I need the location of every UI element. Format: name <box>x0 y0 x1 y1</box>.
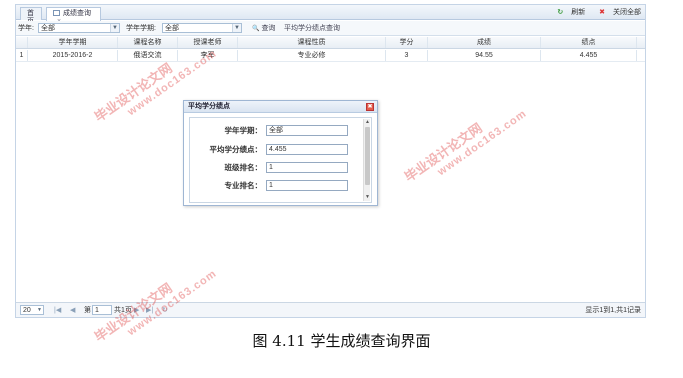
grid-header: 学年学期 课程名称 授课老师 课程性质 学分 成绩 绩点 <box>16 37 645 49</box>
tab-score-query-label: 成绩查询 <box>63 10 91 17</box>
table-cell: 3 <box>386 50 428 61</box>
gpa-query-button[interactable]: 平均学分绩点查询 <box>284 25 340 33</box>
year-label: 学年: <box>18 25 34 32</box>
tab-bar: 首页 成绩查询× ↻ 刷新 ✖ 关闭全部 <box>16 5 645 25</box>
year-select-value: 全部 <box>41 25 55 32</box>
page-icon <box>53 10 60 16</box>
row-number: 1 <box>16 50 28 61</box>
chevron-down-icon: ▼ <box>37 307 42 313</box>
first-page-icon[interactable]: |◀ <box>54 307 61 315</box>
term-select-value: 全部 <box>165 25 179 32</box>
term-select[interactable]: 全部 ▼ <box>162 23 242 33</box>
prev-page-icon[interactable]: ◀ <box>70 307 75 315</box>
column-header[interactable]: 成绩 <box>428 37 541 48</box>
column-header[interactable]: 课程名称 <box>118 37 178 48</box>
page-total: 共1页 <box>114 307 132 314</box>
row-number-header <box>16 37 28 48</box>
dialog-scrollbar[interactable]: ▲ ▼ <box>363 119 370 201</box>
page-number-input[interactable]: 1 <box>92 305 112 315</box>
scroll-down-icon[interactable]: ▼ <box>364 194 371 201</box>
field-label: 平均学分绩点： <box>209 145 263 154</box>
close-all-icon: ✖ <box>599 9 606 16</box>
tab-tools: ↻ 刷新 ✖ 关闭全部 <box>545 8 641 17</box>
scroll-up-icon[interactable]: ▲ <box>364 119 371 126</box>
page-number-value: 1 <box>95 307 99 314</box>
tab-home[interactable]: 首页 <box>20 7 42 25</box>
major-rank-field[interactable]: 1 <box>266 180 348 191</box>
refresh-button[interactable]: ↻ 刷新 <box>551 9 585 16</box>
page-size-select[interactable]: 20 ▼ <box>20 305 44 315</box>
filter-toolbar: 学年: 全部 ▼ 学年学期: 全部 ▼ 🔍 查询 平均学分绩点查询 <box>16 21 645 36</box>
table-cell: 俄语交流 <box>118 50 178 61</box>
dialog-body: 学年学期： 全部 平均学分绩点： 4.455 班级排名： 1 专业排名： 1 ▲… <box>189 117 372 203</box>
column-header[interactable]: 绩点 <box>541 37 637 48</box>
table-cell: 94.55 <box>428 50 541 61</box>
gpa-dialog: 平均学分绩点 ✖ 学年学期： 全部 平均学分绩点： 4.455 班级排名： 1 … <box>183 100 378 206</box>
next-page-icon[interactable]: ▶ <box>134 307 139 315</box>
table-cell: 2015-2016-2 <box>28 50 118 61</box>
gpa-field[interactable]: 4.455 <box>266 144 348 155</box>
table-cell: 4.455 <box>541 50 637 61</box>
column-header[interactable]: 课程性质 <box>238 37 386 48</box>
term-field[interactable]: 全部 <box>266 125 348 136</box>
search-label: 查询 <box>261 25 276 32</box>
chevron-down-icon[interactable]: ▼ <box>110 24 119 32</box>
page-size-value: 20 <box>23 307 31 314</box>
table-row[interactable]: 1 2015-2016-2 俄语交流 李军 专业必修 3 94.55 4.455 <box>16 50 645 62</box>
year-select[interactable]: 全部 ▼ <box>38 23 120 33</box>
search-button[interactable]: 🔍 查询 <box>252 25 275 33</box>
pagination-bar: 20 ▼ |◀ ◀ 第 1 共1页 ▶ ▶| ↻ 显示1到1,共1记录 <box>16 302 645 317</box>
field-label: 班级排名： <box>224 163 263 172</box>
column-header[interactable]: 学分 <box>386 37 428 48</box>
refresh-icon: ↻ <box>557 9 564 16</box>
field-label: 专业排名： <box>224 181 263 190</box>
chevron-down-icon[interactable]: ▼ <box>232 24 241 32</box>
page-prefix: 第 <box>84 307 91 314</box>
close-all-button[interactable]: ✖ 关闭全部 <box>593 9 641 16</box>
search-icon: 🔍 <box>252 26 260 32</box>
column-header[interactable]: 授课老师 <box>178 37 238 48</box>
tab-score-query[interactable]: 成绩查询× <box>46 7 101 25</box>
column-header[interactable]: 学年学期 <box>28 37 118 48</box>
record-summary: 显示1到1,共1记录 <box>585 307 641 314</box>
figure-caption: 图 4.11 学生成绩查询界面 <box>252 332 431 350</box>
table-cell: 专业必修 <box>238 50 386 61</box>
dialog-header: 平均学分绩点 ✖ <box>184 101 377 113</box>
close-all-label: 关闭全部 <box>613 9 641 16</box>
last-page-icon[interactable]: ▶| <box>146 307 153 315</box>
class-rank-field[interactable]: 1 <box>266 162 348 173</box>
field-label: 学年学期： <box>224 126 263 135</box>
scroll-thumb[interactable] <box>365 127 370 185</box>
refresh-icon[interactable]: ↻ <box>162 307 168 315</box>
term-label: 学年学期: <box>126 25 156 32</box>
refresh-label: 刷新 <box>571 9 586 16</box>
close-icon[interactable]: ✖ <box>366 103 374 111</box>
table-cell: 李军 <box>178 50 238 61</box>
dialog-title: 平均学分绩点 <box>188 103 230 110</box>
